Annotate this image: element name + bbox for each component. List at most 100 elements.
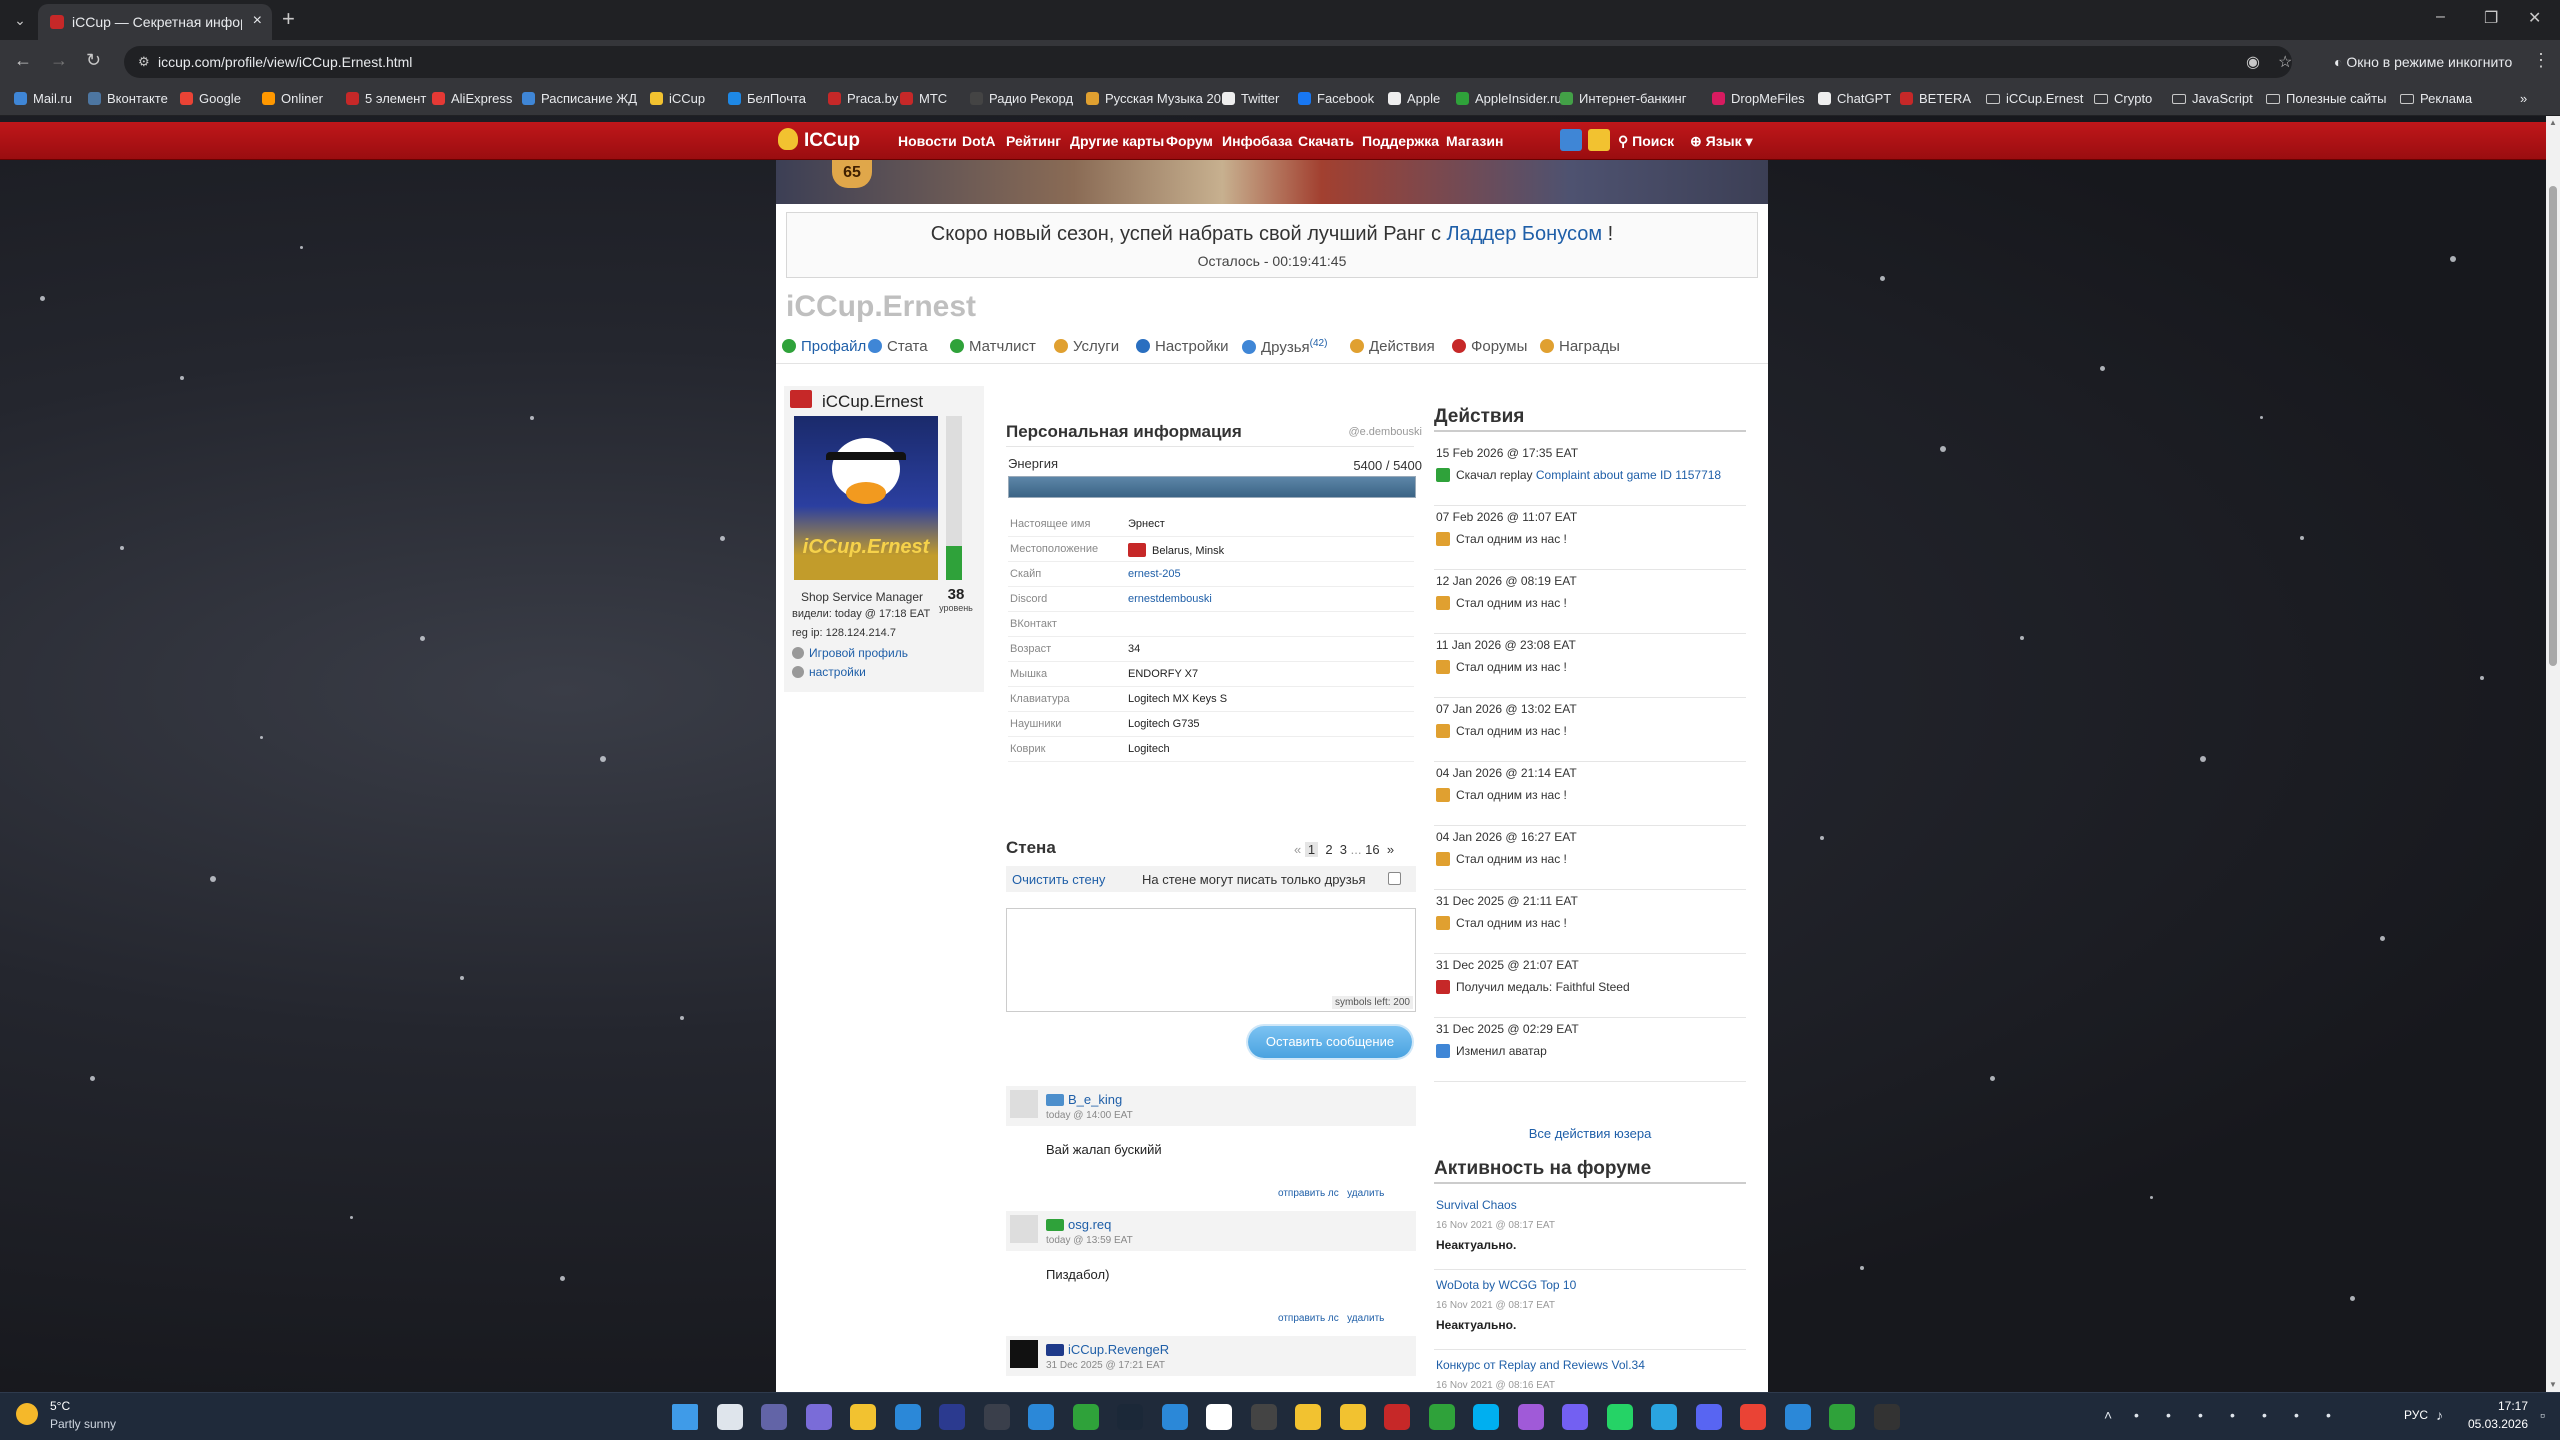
app-icon[interactable]	[1295, 1404, 1321, 1430]
app-icon[interactable]	[1339, 1404, 1366, 1430]
bookmark-item[interactable]: Русская Музыка 20...	[1086, 91, 1232, 106]
weather-temp[interactable]: 5°C	[50, 1399, 70, 1413]
post-username[interactable]: iCCup.RevengeR	[1068, 1342, 1169, 1357]
terminal-icon[interactable]	[894, 1404, 921, 1430]
profile-tab[interactable]: Действия	[1350, 338, 1435, 355]
nav-link[interactable]: Инфобаза	[1222, 133, 1292, 149]
nav-link[interactable]: Скачать	[1298, 133, 1354, 149]
send-pm-link[interactable]: отправить лс	[1278, 1313, 1339, 1324]
language-dropdown[interactable]: ⊕ Язык ▾	[1690, 133, 1753, 150]
battery-icon[interactable]: •	[2166, 1407, 2171, 1423]
nav-link[interactable]: DotA	[962, 133, 995, 149]
profile-tab[interactable]: Настройки	[1136, 338, 1229, 355]
bookmark-item[interactable]: Praca.by	[828, 91, 898, 106]
post-avatar[interactable]	[1010, 1340, 1038, 1368]
notifications-icon[interactable]: ▫	[2540, 1407, 2545, 1423]
nav-link[interactable]: Рейтинг	[1006, 133, 1061, 149]
nav-link[interactable]: Поддержка	[1362, 133, 1439, 149]
pager-page-16[interactable]: 16	[1365, 842, 1379, 857]
bookmark-item[interactable]: Радио Рекорд	[970, 91, 1073, 106]
bookmark-item[interactable]: JavaScript	[2172, 91, 2253, 106]
pager-page-3[interactable]: 3	[1340, 842, 1347, 857]
action-link[interactable]: Complaint about game ID 1157718	[1536, 468, 1721, 482]
forum-topic-link[interactable]: Survival Chaos	[1436, 1198, 1517, 1212]
bookmark-item[interactable]: Вконтакте	[88, 91, 168, 106]
nav-link[interactable]: Магазин	[1446, 133, 1503, 149]
profile-tab[interactable]: Стата	[868, 338, 928, 355]
clock-date[interactable]: 05.03.2026	[2460, 1417, 2528, 1431]
scroll-thumb[interactable]	[2549, 186, 2557, 666]
calculator-icon[interactable]	[983, 1404, 1010, 1430]
send-pm-link[interactable]: отправить лс	[1278, 1188, 1339, 1199]
profile-tab[interactable]: Услуги	[1054, 338, 1119, 355]
viber-icon[interactable]	[1562, 1404, 1588, 1430]
back-button[interactable]: ←	[14, 50, 32, 71]
incognito-indicator[interactable]: ◐ Окно в режиме инкогнито	[2320, 46, 2526, 78]
file-icon[interactable]	[716, 1404, 743, 1430]
new-tab-button[interactable]: +	[282, 6, 295, 32]
discord-icon[interactable]	[1695, 1404, 1722, 1430]
bookmark-item[interactable]: iCCup	[650, 91, 705, 106]
forum-topic-link[interactable]: WoDota by WCGG Top 10	[1436, 1278, 1576, 1292]
delete-post-link[interactable]: удалить	[1347, 1313, 1384, 1324]
telegram-icon[interactable]	[1651, 1404, 1677, 1430]
app-tray-icon[interactable]: •	[2198, 1407, 2203, 1423]
address-bar[interactable]: ⚙ iccup.com/profile/view/iCCup.Ernest.ht…	[124, 46, 2292, 78]
bookmark-item[interactable]: Полезные сайты	[2266, 91, 2386, 106]
app-icon[interactable]	[1873, 1404, 1900, 1430]
page-scrollbar[interactable]: ▲ ▼	[2546, 116, 2560, 1392]
nav-link[interactable]: Форум	[1166, 133, 1213, 149]
app-icon[interactable]	[1829, 1404, 1855, 1430]
close-window-button[interactable]: ✕	[2528, 8, 2541, 28]
pager-page-2[interactable]: 2	[1325, 842, 1332, 857]
bookmark-item[interactable]: Facebook	[1298, 91, 1374, 106]
bookmark-item[interactable]: BETERA	[1900, 91, 1971, 106]
site-logo[interactable]: ICCup	[778, 128, 860, 152]
vscode-icon[interactable]	[1161, 1404, 1188, 1430]
steam-icon[interactable]	[1117, 1404, 1143, 1430]
star-icon[interactable]: ☆	[2278, 52, 2292, 72]
app-tray-icon[interactable]: •	[2326, 1407, 2331, 1423]
post-username[interactable]: osg.req	[1068, 1217, 1111, 1232]
bookmark-item[interactable]: БелПочта	[728, 91, 806, 106]
bookmark-item[interactable]: DropMeFiles	[1712, 91, 1805, 106]
weather-condition[interactable]: Partly sunny	[50, 1417, 116, 1431]
forum-topic-link[interactable]: Конкурс от Replay and Reviews Vol.34	[1436, 1358, 1645, 1372]
skype-icon[interactable]	[1473, 1404, 1499, 1430]
forward-button[interactable]: →	[50, 50, 68, 71]
volume-icon[interactable]: ♪	[2436, 1407, 2443, 1423]
bookmark-item[interactable]: iCCup.Ernest	[1986, 91, 2083, 106]
pager-prev[interactable]: «	[1294, 842, 1301, 857]
restore-button[interactable]: ❐	[2484, 8, 2498, 28]
sticky-icon[interactable]	[850, 1404, 876, 1430]
chevron-up-icon[interactable]: ˄	[2104, 1407, 2112, 1423]
post-avatar[interactable]	[1010, 1215, 1038, 1243]
app-icon[interactable]	[1784, 1404, 1811, 1430]
app-icon[interactable]	[1250, 1404, 1277, 1430]
browser-menu-icon[interactable]: ⋮	[2532, 50, 2550, 71]
tab-search-button[interactable]: ⌄	[8, 8, 32, 32]
tab-close-icon[interactable]: ×	[253, 12, 262, 30]
bookmark-item[interactable]: Интернет-банкинг	[1560, 91, 1686, 106]
bookmark-item[interactable]: Mail.ru	[14, 91, 72, 106]
messages-icon[interactable]	[1560, 129, 1582, 151]
ladder-bonus-link[interactable]: Ладдер Бонусом	[1447, 223, 1603, 245]
steam-tray-icon[interactable]: •	[2230, 1407, 2235, 1423]
app-icon[interactable]	[1206, 1404, 1232, 1430]
notes-icon[interactable]	[1028, 1404, 1054, 1430]
search-link[interactable]: ⚲ Поиск	[1618, 133, 1674, 150]
bookmark-item[interactable]: AliExpress	[432, 91, 512, 106]
profile-tab[interactable]: Матчлист	[950, 338, 1036, 355]
profile-icon[interactable]	[1588, 129, 1610, 151]
clear-wall-link[interactable]: Очистить стену	[1012, 872, 1105, 887]
whatsapp-icon[interactable]	[1606, 1404, 1633, 1430]
url-text[interactable]: iccup.com/profile/view/iCCup.Ernest.html	[158, 54, 412, 70]
keyboard-language[interactable]: РУС	[2404, 1408, 2428, 1422]
app-icon[interactable]	[939, 1404, 965, 1430]
app-icon[interactable]	[805, 1404, 832, 1430]
bookmarks-overflow-icon[interactable]: »	[2520, 91, 2527, 106]
wall-message-input[interactable]: symbols left: 200	[1006, 908, 1416, 1012]
all-actions-link[interactable]: Все действия юзера	[1434, 1126, 1746, 1141]
app-tray-icon[interactable]: •	[2294, 1407, 2299, 1423]
app-icon[interactable]	[1428, 1404, 1455, 1430]
